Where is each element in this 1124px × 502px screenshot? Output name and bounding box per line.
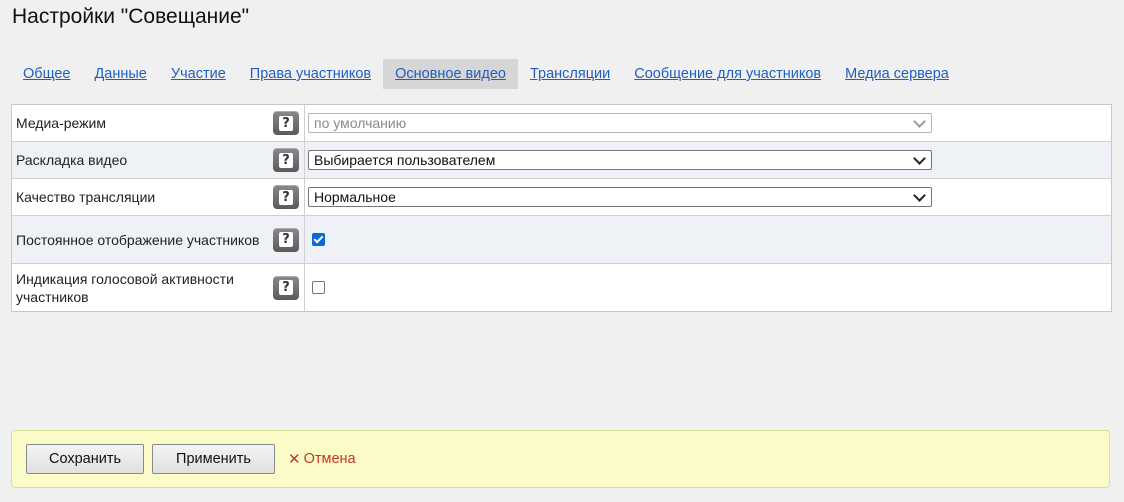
chevron-down-icon bbox=[913, 188, 926, 202]
help-icon[interactable]: ? bbox=[273, 275, 299, 300]
tab-media-servers[interactable]: Медиа сервера bbox=[833, 59, 961, 89]
apply-button[interactable]: Применить bbox=[152, 444, 275, 474]
tab-main-video[interactable]: Основное видео bbox=[383, 59, 518, 89]
chevron-down-icon bbox=[913, 151, 926, 165]
tab-broadcasts[interactable]: Трансляции bbox=[518, 59, 622, 89]
setting-label: Индикация голосовой активности участнико… bbox=[16, 270, 234, 305]
close-icon: ✕ bbox=[288, 451, 301, 468]
tab-participant-message[interactable]: Сообщение для участников bbox=[622, 59, 833, 89]
media-mode-select: по умолчанию bbox=[308, 113, 932, 133]
page-title: Настройки "Совещание" bbox=[12, 5, 250, 28]
setting-label: Постоянное отображение участников bbox=[16, 231, 260, 248]
help-icon[interactable]: ? bbox=[273, 227, 299, 252]
tab-bar: Общее Данные Участие Права участников Ос… bbox=[11, 59, 961, 89]
setting-row-stream-quality: Качество трансляции ? Нормальное bbox=[12, 179, 1111, 216]
cancel-label: Отмена bbox=[303, 451, 356, 467]
tab-data[interactable]: Данные bbox=[82, 59, 158, 89]
setting-row-permanent-display: Постоянное отображение участников ? bbox=[12, 216, 1111, 264]
video-layout-select[interactable]: Выбирается пользователем bbox=[308, 150, 932, 170]
help-icon[interactable]: ? bbox=[273, 111, 299, 135]
setting-label: Качество трансляции bbox=[16, 189, 156, 205]
setting-row-video-layout: Раскладка видео ? Выбирается пользовател… bbox=[12, 142, 1111, 179]
chevron-down-icon bbox=[913, 114, 926, 128]
select-value: Выбирается пользователем bbox=[314, 152, 496, 168]
tab-participant-rights[interactable]: Права участников bbox=[238, 59, 383, 89]
setting-label: Раскладка видео bbox=[16, 152, 128, 168]
tab-participation[interactable]: Участие bbox=[159, 59, 238, 89]
select-value: по умолчанию bbox=[314, 115, 407, 131]
setting-row-media-mode: Медиа-режим ? по умолчанию bbox=[12, 105, 1111, 142]
settings-page: Настройки "Совещание" Общее Данные Участ… bbox=[0, 0, 1124, 502]
action-bar: Сохранить Применить ✕ Отмена bbox=[11, 430, 1110, 488]
help-icon[interactable]: ? bbox=[273, 148, 299, 172]
save-button[interactable]: Сохранить bbox=[26, 444, 144, 474]
setting-label: Медиа-режим bbox=[16, 115, 106, 131]
stream-quality-select[interactable]: Нормальное bbox=[308, 187, 932, 207]
tab-general[interactable]: Общее bbox=[11, 59, 82, 89]
select-value: Нормальное bbox=[314, 189, 396, 205]
help-icon[interactable]: ? bbox=[273, 185, 299, 209]
settings-table: Медиа-режим ? по умолчанию Раскладка вид… bbox=[11, 104, 1112, 312]
voice-activity-checkbox[interactable] bbox=[312, 281, 325, 294]
permanent-display-checkbox[interactable] bbox=[312, 233, 325, 246]
cancel-link[interactable]: ✕ Отмена bbox=[288, 450, 356, 468]
setting-row-voice-activity: Индикация голосовой активности участнико… bbox=[12, 264, 1111, 311]
